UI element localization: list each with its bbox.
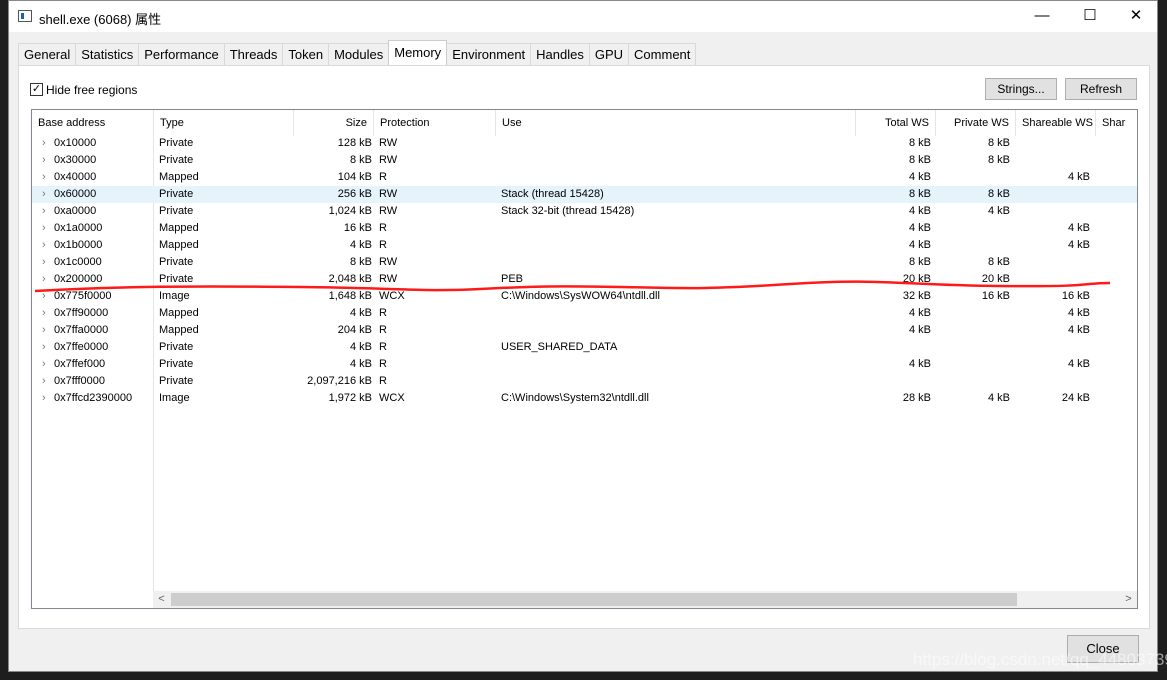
tab-memory[interactable]: Memory [388,40,448,65]
red-annotation-line [34,280,1111,293]
watermark: https://blog.csdn.net/qq_44803739 [913,650,1167,669]
